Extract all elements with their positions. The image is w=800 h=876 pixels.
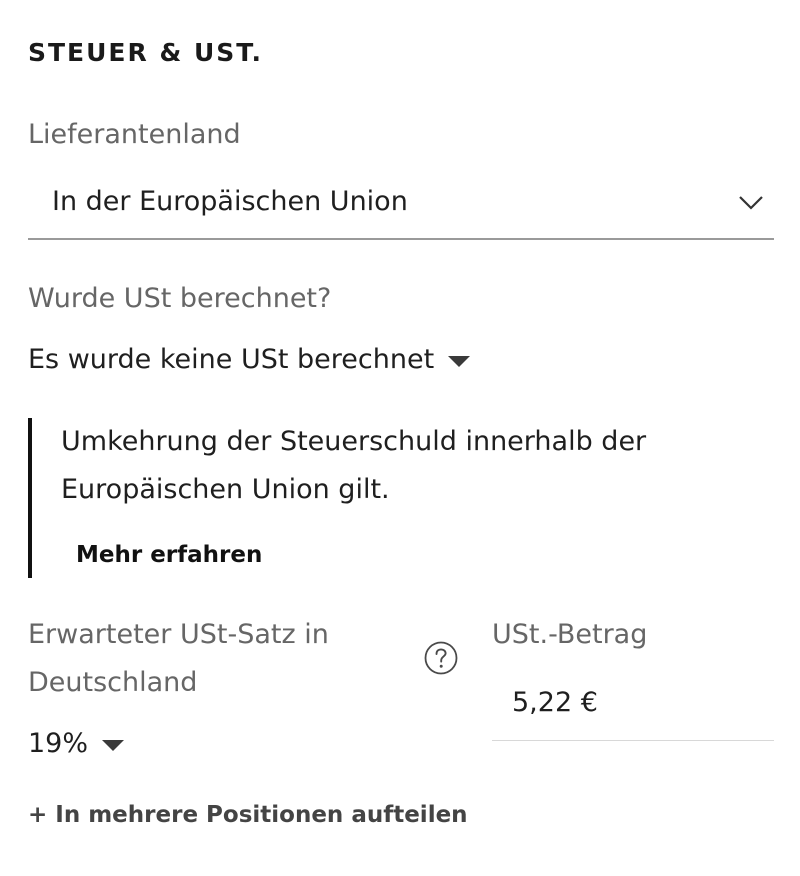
reverse-charge-text: Umkehrung der Steuerschuld innerhalb der… [61,426,647,505]
chevron-down-icon [739,196,763,210]
vat-charged-label: Wurde USt berechnet? [28,283,332,314]
section-title: STEUER & UST. [28,38,264,67]
question-circle-icon[interactable] [424,641,458,675]
expected-rate-value: 19% [28,728,89,759]
vat-amount-input[interactable]: 5,22 € [492,678,774,741]
learn-more-link[interactable]: Mehr erfahren [76,542,262,568]
vat-charged-value: Es wurde keine USt berechnet [28,344,435,375]
vat-amount-label: USt.-Betrag [492,619,648,650]
expected-rate-label: Erwarteter USt-Satz in Deutschland [28,619,329,698]
caret-down-icon [448,355,471,367]
expected-rate-dropdown[interactable]: 19% [28,728,125,759]
split-positions-link[interactable]: + In mehrere Positionen aufteilen [28,802,468,828]
supplier-country-label: Lieferantenland [28,119,241,150]
supplier-country-value: In der Europäischen Union [52,186,408,217]
supplier-country-select[interactable]: In der Europäischen Union [28,176,774,240]
caret-down-icon [102,739,125,751]
reverse-charge-notice: Umkehrung der Steuerschuld innerhalb der… [28,418,728,578]
vat-charged-dropdown[interactable]: Es wurde keine USt berechnet [28,344,471,375]
vat-amount-value: 5,22 € [512,687,598,718]
